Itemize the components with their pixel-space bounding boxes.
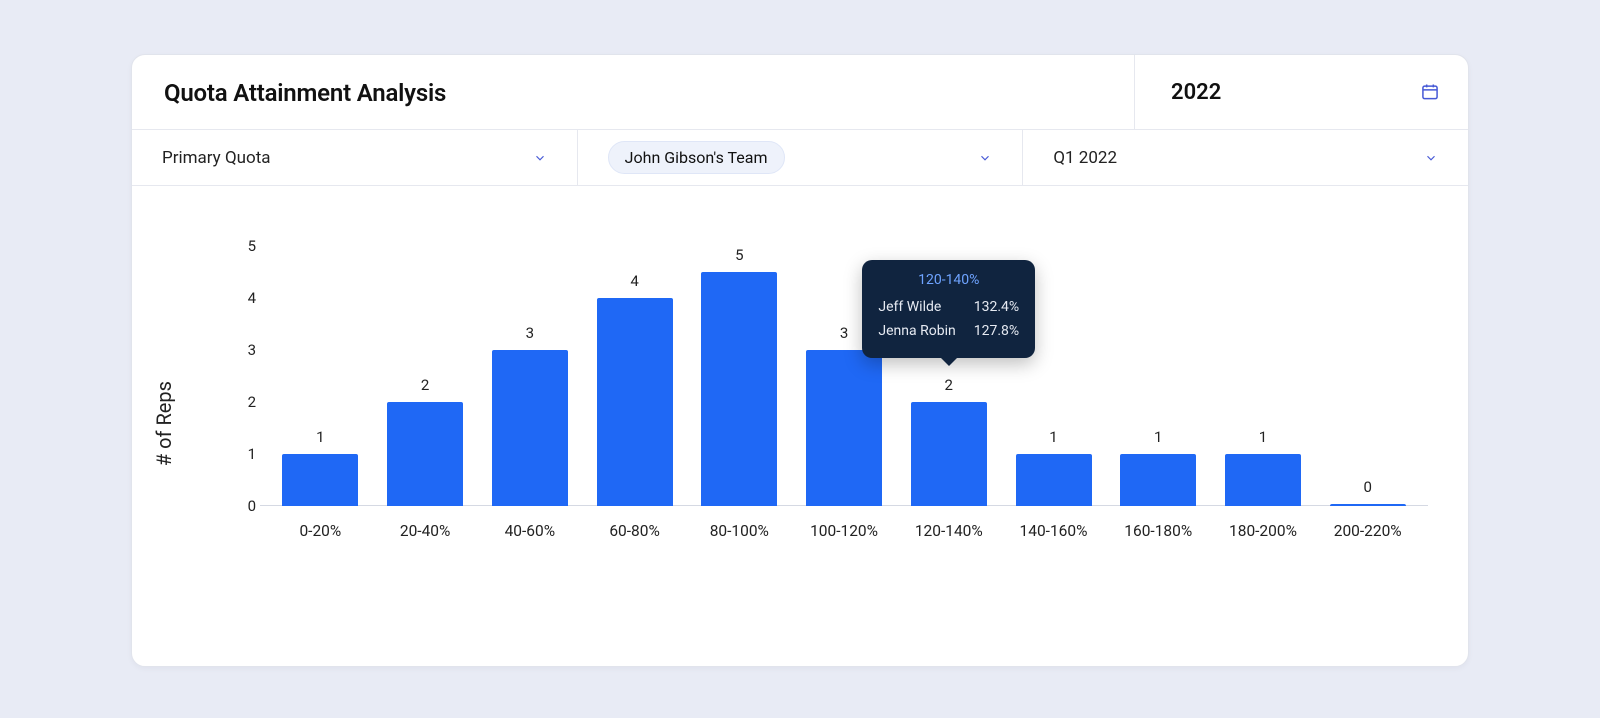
tooltip-name: Jeff Wilde — [878, 296, 941, 320]
x-tick-label: 140-160% — [1001, 522, 1106, 540]
bar-slot[interactable]: 4 — [582, 246, 687, 506]
filter-team-pill: John Gibson's Team — [608, 141, 785, 174]
y-tick: 0 — [224, 497, 256, 515]
bar-slot[interactable]: 5 — [687, 246, 792, 506]
bar-rect — [806, 350, 882, 506]
chart-plot: 012345 12345321110 120-140% Jeff Wilde13… — [260, 246, 1428, 506]
y-tick: 3 — [224, 341, 256, 359]
filter-team[interactable]: John Gibson's Team — [578, 130, 1024, 185]
bar-value-label: 1 — [1049, 428, 1057, 446]
y-tick: 5 — [224, 237, 256, 255]
bar-value-label: 3 — [840, 324, 848, 342]
y-tick: 1 — [224, 445, 256, 463]
bar-rect — [387, 402, 463, 506]
y-axis-label: # of Reps — [152, 381, 176, 466]
tooltip-value: 127.8% — [974, 320, 1019, 344]
x-tick-label: 40-60% — [477, 522, 582, 540]
bar-value-label: 5 — [735, 246, 743, 264]
bar-value-label: 1 — [316, 428, 324, 446]
bar-value-label: 2 — [421, 376, 429, 394]
year-label: 2022 — [1171, 80, 1221, 105]
title-cell: Quota Attainment Analysis — [132, 55, 1134, 129]
x-tick-label: 180-200% — [1211, 522, 1316, 540]
bar-rect — [1120, 454, 1196, 506]
bar-rect — [1225, 454, 1301, 506]
bar-rect — [1330, 504, 1406, 506]
bar-value-label: 2 — [945, 376, 953, 394]
bar-slot[interactable]: 3 — [477, 246, 582, 506]
x-tick-label: 20-40% — [373, 522, 478, 540]
chart-area: # of Reps 0 1 2 3 4 5 1 2 3 4 5 3 2 1 1 1 0 120-140% Je… — [132, 186, 1468, 666]
x-tick-label: 0-20% — [268, 522, 373, 540]
chart-tooltip: 120-140% Jeff Wilde 132.4% Jenna Robin 127.… — [862, 260, 1035, 358]
bar-rect — [1016, 454, 1092, 506]
y-axis: 012345 — [224, 246, 256, 506]
x-tick-label: 60-80% — [582, 522, 687, 540]
bar-value-label: 1 — [1259, 428, 1267, 446]
x-tick-label: 80-100% — [687, 522, 792, 540]
filter-quota[interactable]: Primary Quota — [132, 130, 578, 185]
chevron-down-icon — [533, 151, 547, 165]
card-header: Quota Attainment Analysis 2022 — [132, 55, 1468, 130]
bars-container: 1 2 3 4 5 3 2 1 1 1 0 — [260, 246, 1428, 506]
bar-slot[interactable]: 1 — [268, 246, 373, 506]
tooltip-name: Jenna Robin — [878, 320, 955, 344]
bar-slot[interactable]: 1 — [1106, 246, 1211, 506]
bar-rect — [282, 454, 358, 506]
bar-slot[interactable]: 1 — [1211, 246, 1316, 506]
x-tick-label: 120-140% — [896, 522, 1001, 540]
x-axis-labels: 0-20%20-40%40-60%60-80%80-100%100-120%12… — [260, 506, 1428, 540]
bar-rect — [492, 350, 568, 506]
bar-rect — [597, 298, 673, 506]
tooltip-value: 132.4% — [974, 296, 1019, 320]
filter-quota-label: Primary Quota — [162, 148, 271, 168]
filter-period-label: Q1 2022 — [1053, 148, 1117, 168]
x-tick-label: 100-120% — [792, 522, 897, 540]
x-tick-label: 160-180% — [1106, 522, 1211, 540]
bar-value-label: 0 — [1363, 478, 1371, 496]
quota-attainment-card: Quota Attainment Analysis 2022 Primary Q… — [131, 54, 1469, 667]
bar-rect — [701, 272, 777, 506]
bar-value-label: 1 — [1154, 428, 1162, 446]
year-picker[interactable]: 2022 — [1134, 55, 1468, 129]
filters-row: Primary Quota John Gibson's Team Q1 2022 — [132, 130, 1468, 186]
filter-period[interactable]: Q1 2022 — [1023, 130, 1468, 185]
tooltip-row: Jenna Robin 127.8% — [878, 320, 1019, 344]
bar-value-label: 4 — [630, 272, 638, 290]
bar-slot[interactable]: 0 — [1315, 246, 1420, 506]
bar-slot[interactable]: 2 — [373, 246, 478, 506]
x-tick-label: 200-220% — [1315, 522, 1420, 540]
page-title: Quota Attainment Analysis — [164, 79, 446, 107]
bar-value-label: 3 — [526, 324, 534, 342]
y-tick: 2 — [224, 393, 256, 411]
chevron-down-icon — [1424, 151, 1438, 165]
tooltip-title: 120-140% — [878, 272, 1019, 288]
bar-rect — [911, 402, 987, 506]
tooltip-row: Jeff Wilde 132.4% — [878, 296, 1019, 320]
y-tick: 4 — [224, 289, 256, 307]
calendar-icon — [1420, 82, 1440, 102]
chevron-down-icon — [978, 151, 992, 165]
